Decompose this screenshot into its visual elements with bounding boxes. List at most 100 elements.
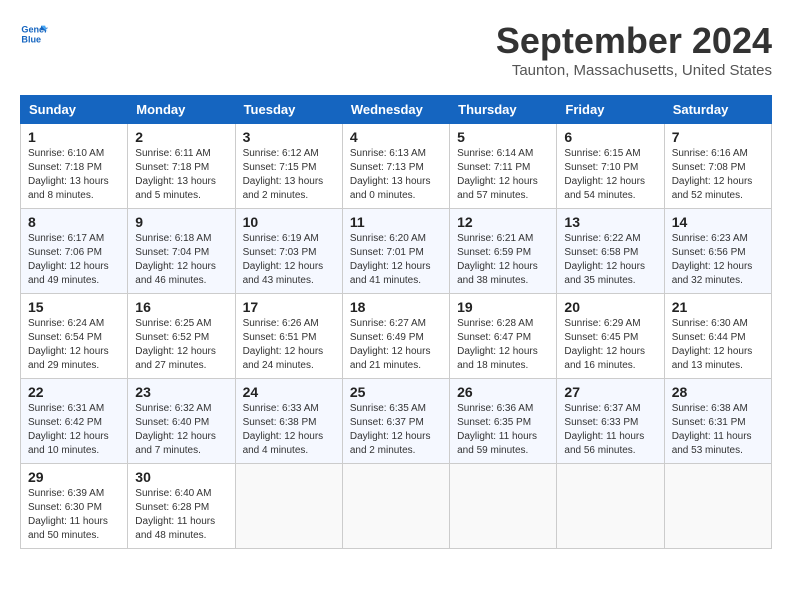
sunrise-text: Sunrise: 6:21 AM (457, 233, 533, 244)
day-info: Sunrise: 6:33 AMSunset: 6:38 PMDaylight:… (243, 402, 335, 458)
day-info: Sunrise: 6:28 AMSunset: 6:47 PMDaylight:… (457, 317, 549, 373)
sunrise-text: Sunrise: 6:29 AM (564, 318, 640, 329)
day-number: 4 (350, 129, 442, 145)
daylight-text: Daylight: 11 hours and 53 minutes. (672, 431, 752, 456)
sunset-text: Sunset: 7:18 PM (28, 162, 102, 173)
sunset-text: Sunset: 7:08 PM (672, 162, 746, 173)
sunset-text: Sunset: 7:01 PM (350, 247, 424, 258)
table-row: 11Sunrise: 6:20 AMSunset: 7:01 PMDayligh… (342, 209, 449, 294)
day-number: 22 (28, 384, 120, 400)
sunrise-text: Sunrise: 6:15 AM (564, 148, 640, 159)
day-number: 20 (564, 299, 656, 315)
table-row: 19 Sunrise: 6:28 AMSunset: 6:47 PMDayligh… (450, 294, 557, 379)
day-number: 3 (243, 129, 335, 145)
day-info: Sunrise: 6:22 AMSunset: 6:58 PMDaylight:… (564, 232, 656, 288)
day-info: Sunrise: 6:18 AMSunset: 7:04 PMDaylight:… (135, 232, 227, 288)
page-header: General Blue September 2024 Taunton, Mas… (20, 20, 772, 79)
table-row: 4 Sunrise: 6:13 AM Sunset: 7:13 PM Daylight… (342, 124, 449, 209)
table-row: 27 Sunrise: 6:37 AMSunset: 6:33 PMDayligh… (557, 379, 664, 464)
table-row: 23Sunrise: 6:32 AMSunset: 6:40 PMDayligh… (128, 379, 235, 464)
calendar-week-row: 8Sunrise: 6:17 AMSunset: 7:06 PMDaylight… (21, 209, 772, 294)
day-info: Sunrise: 6:20 AMSunset: 7:01 PMDaylight:… (350, 232, 442, 288)
day-number: 5 (457, 129, 549, 145)
header-saturday: Saturday (664, 96, 771, 124)
sunset-text: Sunset: 7:13 PM (350, 162, 424, 173)
calendar-table: Sunday Monday Tuesday Wednesday Thursday… (20, 95, 772, 549)
day-number: 25 (350, 384, 442, 400)
table-row: 24Sunrise: 6:33 AMSunset: 6:38 PMDayligh… (235, 379, 342, 464)
day-info: Sunrise: 6:40 AMSunset: 6:28 PMDaylight:… (135, 487, 227, 543)
sunset-text: Sunset: 6:47 PM (457, 332, 531, 343)
day-info: Sunrise: 6:24 AMSunset: 6:54 PMDaylight:… (28, 317, 120, 373)
day-info: Sunrise: 6:39 AMSunset: 6:30 PMDaylight:… (28, 487, 120, 543)
sunrise-text: Sunrise: 6:13 AM (350, 148, 426, 159)
day-info: Sunrise: 6:12 AMSunset: 7:15 PMDaylight:… (243, 147, 335, 203)
table-row: 28Sunrise: 6:38 AMSunset: 6:31 PMDayligh… (664, 379, 771, 464)
day-number: 27 (564, 384, 656, 400)
table-row: 30Sunrise: 6:40 AMSunset: 6:28 PMDayligh… (128, 464, 235, 549)
sunrise-text: Sunrise: 6:38 AM (672, 403, 748, 414)
calendar-header-row: Sunday Monday Tuesday Wednesday Thursday… (21, 96, 772, 124)
header-wednesday: Wednesday (342, 96, 449, 124)
sunset-text: Sunset: 6:31 PM (672, 417, 746, 428)
sunrise-text: Sunrise: 6:26 AM (243, 318, 319, 329)
sunrise-text: Sunrise: 6:24 AM (28, 318, 104, 329)
table-row (235, 464, 342, 549)
sunset-text: Sunset: 6:30 PM (28, 502, 102, 513)
sunset-text: Sunset: 6:52 PM (135, 332, 209, 343)
sunset-text: Sunset: 6:54 PM (28, 332, 102, 343)
table-row: 26Sunrise: 6:36 AMSunset: 6:35 PMDayligh… (450, 379, 557, 464)
table-row (664, 464, 771, 549)
daylight-text: Daylight: 12 hours and 21 minutes. (350, 346, 431, 371)
table-row: 7Sunrise: 6:16 AMSunset: 7:08 PMDaylight… (664, 124, 771, 209)
sunrise-text: Sunrise: 6:22 AM (564, 233, 640, 244)
day-info: Sunrise: 6:13 AM Sunset: 7:13 PM Daylight:… (350, 147, 442, 203)
day-number: 19 (457, 299, 549, 315)
day-info: Sunrise: 6:14 AMSunset: 7:11 PMDaylight:… (457, 147, 549, 203)
daylight-text: Daylight: 12 hours and 10 minutes. (28, 431, 109, 456)
day-info: Sunrise: 6:37 AMSunset: 6:33 PMDaylight:… (564, 402, 656, 458)
daylight-text: Daylight: 13 hours and 0 minutes. (350, 176, 431, 201)
sunset-text: Sunset: 6:51 PM (243, 332, 317, 343)
calendar-week-row: 15Sunrise: 6:24 AMSunset: 6:54 PMDayligh… (21, 294, 772, 379)
sunset-text: Sunset: 6:37 PM (350, 417, 424, 428)
daylight-text: Daylight: 12 hours and 35 minutes. (564, 261, 645, 286)
daylight-text: Daylight: 12 hours and 2 minutes. (350, 431, 431, 456)
sunset-text: Sunset: 6:35 PM (457, 417, 531, 428)
daylight-text: Daylight: 12 hours and 52 minutes. (672, 176, 753, 201)
day-number: 9 (135, 214, 227, 230)
calendar-week-row: 1Sunrise: 6:10 AMSunset: 7:18 PMDaylight… (21, 124, 772, 209)
sunrise-text: Sunrise: 6:18 AM (135, 233, 211, 244)
header-friday: Friday (557, 96, 664, 124)
day-number: 16 (135, 299, 227, 315)
table-row: 18Sunrise: 6:27 AMSunset: 6:49 PMDayligh… (342, 294, 449, 379)
sunset-text: Sunset: 6:56 PM (672, 247, 746, 258)
day-info: Sunrise: 6:25 AMSunset: 6:52 PMDaylight:… (135, 317, 227, 373)
day-info: Sunrise: 6:23 AMSunset: 6:56 PMDaylight:… (672, 232, 764, 288)
sunrise-text: Sunrise: 6:33 AM (243, 403, 319, 414)
day-info: Sunrise: 6:15 AMSunset: 7:10 PMDaylight:… (564, 147, 656, 203)
day-number: 8 (28, 214, 120, 230)
daylight-text: Daylight: 11 hours and 59 minutes. (457, 431, 537, 456)
daylight-text: Daylight: 13 hours and 5 minutes. (135, 176, 216, 201)
daylight-text: Daylight: 12 hours and 4 minutes. (243, 431, 324, 456)
table-row (450, 464, 557, 549)
table-row: 8Sunrise: 6:17 AMSunset: 7:06 PMDaylight… (21, 209, 128, 294)
day-number: 10 (243, 214, 335, 230)
sunset-text: Sunset: 6:49 PM (350, 332, 424, 343)
sunset-text: Sunset: 6:44 PM (672, 332, 746, 343)
sunrise-text: Sunrise: 6:30 AM (672, 318, 748, 329)
daylight-text: Daylight: 12 hours and 57 minutes. (457, 176, 538, 201)
sunrise-text: Sunrise: 6:27 AM (350, 318, 426, 329)
table-row: 25Sunrise: 6:35 AMSunset: 6:37 PMDayligh… (342, 379, 449, 464)
day-info: Sunrise: 6:30 AMSunset: 6:44 PMDaylight:… (672, 317, 764, 373)
daylight-text: Daylight: 12 hours and 18 minutes. (457, 346, 538, 371)
sunset-text: Sunset: 7:10 PM (564, 162, 638, 173)
sunrise-text: Sunrise: 6:23 AM (672, 233, 748, 244)
sunrise-text: Sunrise: 6:16 AM (672, 148, 748, 159)
day-info: Sunrise: 6:36 AMSunset: 6:35 PMDaylight:… (457, 402, 549, 458)
daylight-text: Daylight: 12 hours and 43 minutes. (243, 261, 324, 286)
header-thursday: Thursday (450, 96, 557, 124)
sunset-text: Sunset: 6:33 PM (564, 417, 638, 428)
day-info: Sunrise: 6:29 AMSunset: 6:45 PMDaylight:… (564, 317, 656, 373)
